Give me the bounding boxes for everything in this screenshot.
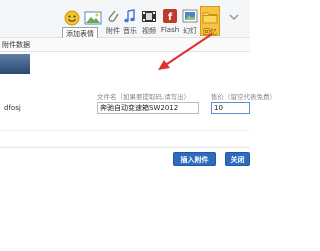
music-tool-button[interactable]: 音乐 — [121, 8, 139, 36]
breadcrumb: 附件数据 — [2, 41, 30, 49]
insert-attachment-button[interactable]: 插入附件 — [173, 152, 216, 166]
image-tool-button[interactable] — [83, 10, 103, 26]
folder-icon — [202, 12, 218, 24]
attachment-name-input[interactable] — [97, 102, 199, 114]
music-tool-label: 音乐 — [123, 27, 137, 35]
chevron-icon — [229, 14, 239, 21]
music-icon — [124, 9, 135, 23]
attachment-thumbnail — [0, 54, 30, 74]
uploaded-filename: dfosj — [4, 104, 21, 112]
flash-icon: f — [163, 9, 177, 23]
slideshow-icon — [182, 9, 198, 23]
price-field-label: 售价（留空代表免费） — [211, 93, 276, 101]
emoji-icon — [64, 10, 80, 26]
more-tools-button[interactable] — [224, 10, 244, 24]
price-input[interactable] — [211, 102, 250, 114]
video-icon — [142, 11, 156, 22]
attachment-tool-button[interactable]: 附件 — [104, 8, 122, 36]
divider — [0, 130, 250, 131]
attachment-icon — [108, 10, 119, 22]
svg-text:f: f — [168, 12, 173, 23]
attachment-tool-label: 附件 — [106, 27, 120, 35]
annotation-arrow — [158, 33, 213, 70]
close-button[interactable]: 关闭 — [225, 152, 250, 166]
image-icon — [84, 11, 102, 25]
filename-field-label: 文件名（如果要提取码,请写出） — [97, 93, 191, 101]
emoji-tool-button[interactable] — [63, 10, 81, 26]
